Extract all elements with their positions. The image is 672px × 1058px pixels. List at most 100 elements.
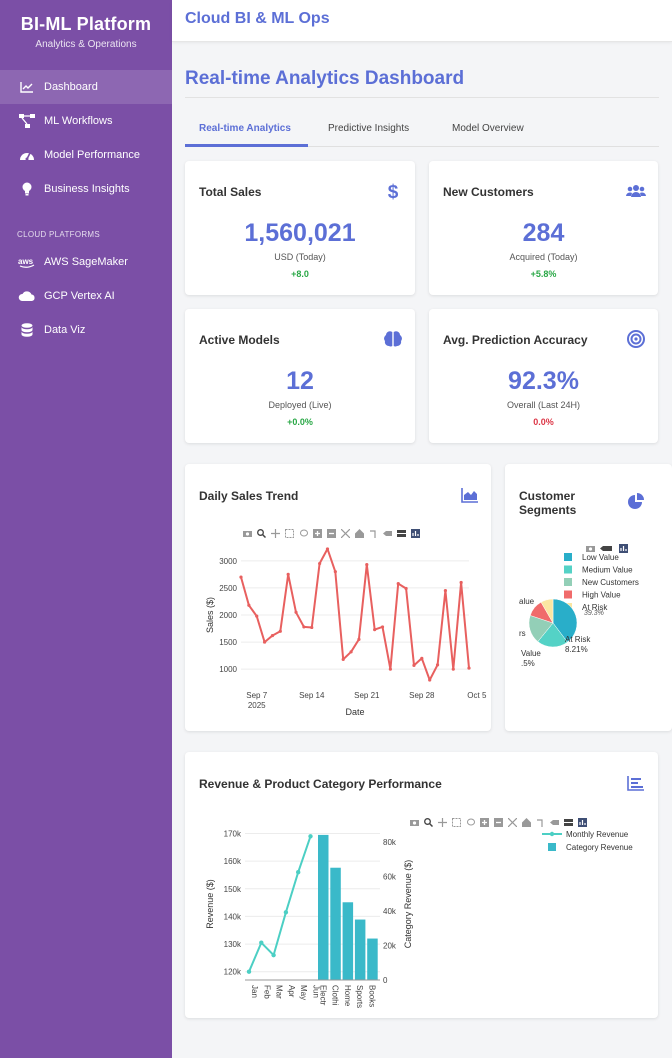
tab-predictive-insights[interactable]: Predictive Insights [328,123,409,134]
kpi-change: +0.0% [287,417,313,427]
data-point [296,870,301,875]
tab-model-overview[interactable]: Model Overview [452,123,524,134]
brain-icon [383,329,403,349]
sidebar-item-data-viz[interactable]: Data Viz [0,313,172,347]
sidebar-item-label: Dashboard [44,81,98,93]
data-point [396,581,400,586]
sidebar-item-aws-sagemaker[interactable]: aws AWS SageMaker [0,245,172,279]
data-point [388,667,392,671]
box-select-icon[interactable] [285,525,294,538]
zoom-icon[interactable] [257,525,267,539]
y-tick-label: 150k [224,885,242,894]
camera-icon[interactable] [243,525,252,537]
workflow-icon [18,114,36,128]
x-tick-label: Oct 5 [467,691,487,700]
category-bar [354,919,366,980]
data-point [459,580,463,585]
data-point [428,678,432,682]
data-point [294,610,298,614]
legend-label: Category Revenue [566,843,633,852]
y-tick-label: 3000 [219,557,237,566]
kpi-card-prediction-accuracy: Avg. Prediction Accuracy 92.3% Overall (… [429,309,658,443]
data-point [302,625,306,629]
zoom-out-icon[interactable] [327,525,336,538]
gauge-icon [18,148,36,162]
data-point [443,589,448,593]
pan-icon[interactable] [271,525,280,538]
header-title: Cloud BI & ML Ops [185,10,330,27]
y-tick-label: 170k [224,830,242,839]
svg-text:aws: aws [18,257,34,266]
hover-closest-icon[interactable] [383,525,392,536]
legend-swatch [564,565,572,574]
data-point [404,586,408,591]
slice-label: At Risk 8.21% [565,635,591,654]
page-title: Real-time Analytics Dashboard [185,68,465,89]
legend-swatch [564,578,572,586]
line-chart-icon [18,80,36,94]
sidebar-item-business-insights[interactable]: Business Insights [0,172,172,206]
zoom-in-icon[interactable] [313,525,322,538]
spike-lines-icon[interactable] [369,525,378,538]
kpi-label: Active Models [199,333,280,347]
chart-title: Revenue & Product Category Performance [199,777,442,791]
area-chart-icon [461,487,479,505]
sidebar-item-gcp-vertex-ai[interactable]: GCP Vertex AI [0,279,172,313]
tab-bar: Real-time Analytics Predictive Insights … [185,113,659,147]
data-point [271,952,276,958]
kpi-subtext: USD (Today) [274,252,326,262]
header-bar: Cloud BI & ML Ops [172,0,672,42]
legend-bar-swatch [548,843,556,851]
lightbulb-icon [18,182,36,196]
sidebar-item-label: AWS SageMaker [44,256,128,268]
data-point [467,666,471,670]
sidebar-item-label: Business Insights [44,183,130,195]
chart-card-revenue-category: Revenue & Product Category Performance 1… [185,752,658,1018]
data-point [435,663,440,667]
sidebar-item-ml-workflows[interactable]: ML Workflows [0,104,172,138]
plotly-logo-icon[interactable] [619,540,628,553]
home-icon[interactable] [355,525,364,538]
brand-subtitle: Analytics & Operations [35,39,137,50]
kpi-label: Total Sales [199,185,262,199]
bar-chart-icon [627,775,645,793]
data-point [286,572,290,576]
legend-label: High Value [582,591,621,600]
data-point [308,834,313,839]
kpi-subtext: Overall (Last 24H) [506,400,581,410]
sidebar: BI-ML Platform Analytics & Operations Da… [0,0,172,1058]
x-tick-label: Apr [287,985,296,998]
y-tick-label: 2000 [219,611,237,620]
hover-closest-icon[interactable] [600,540,614,551]
sidebar-item-model-performance[interactable]: Model Performance [0,138,172,172]
kpi-value: 284 [522,219,565,247]
x-tick-label: Sports [355,985,364,1008]
customer-segments-chart[interactable]: Low Value Medium Value New Customers High V… [505,552,672,672]
hover-compare-icon[interactable] [397,525,406,537]
data-point [239,575,243,579]
sales-trend-chart[interactable]: 1000 1500 2000 2500 3000 Sep 7 2025 Sep 14 Sep 2… [185,544,491,724]
revenue-category-chart[interactable]: 120k 130k 140k 150k 160k 170k Revenue ($) 0 20k 4… [185,816,658,1012]
kpi-subtext: Deployed (Live) [268,400,332,410]
sidebar-item-label: ML Workflows [44,115,113,127]
y-tick-label: 120k [224,968,242,977]
legend-label: Low Value [582,553,619,562]
chart-title: Daily Sales Trend [199,489,299,503]
x-tick-label: May [299,985,308,1000]
data-point [278,629,282,633]
kpi-card-active-models: Active Models 12 Deployed (Live) +0.0% [185,309,415,443]
autoscale-icon[interactable] [340,525,351,539]
sales-line [240,547,470,681]
lasso-icon[interactable] [299,525,308,537]
tab-real-time-analytics[interactable]: Real-time Analytics [199,123,291,134]
plotly-logo-icon[interactable] [411,525,420,538]
sidebar-item-dashboard[interactable]: Dashboard [0,70,172,104]
database-icon [18,323,36,337]
x-tick-label: Feb [262,985,271,999]
camera-icon[interactable] [586,540,595,552]
x-tick-label: Sep 21 [354,691,380,700]
kpi-card-new-customers: New Customers 284 Acquired (Today) +5.8% [429,161,658,295]
sidebar-item-label: GCP Vertex AI [44,290,115,302]
legend-label: New Customers [582,578,639,587]
legend-marker [549,831,555,837]
